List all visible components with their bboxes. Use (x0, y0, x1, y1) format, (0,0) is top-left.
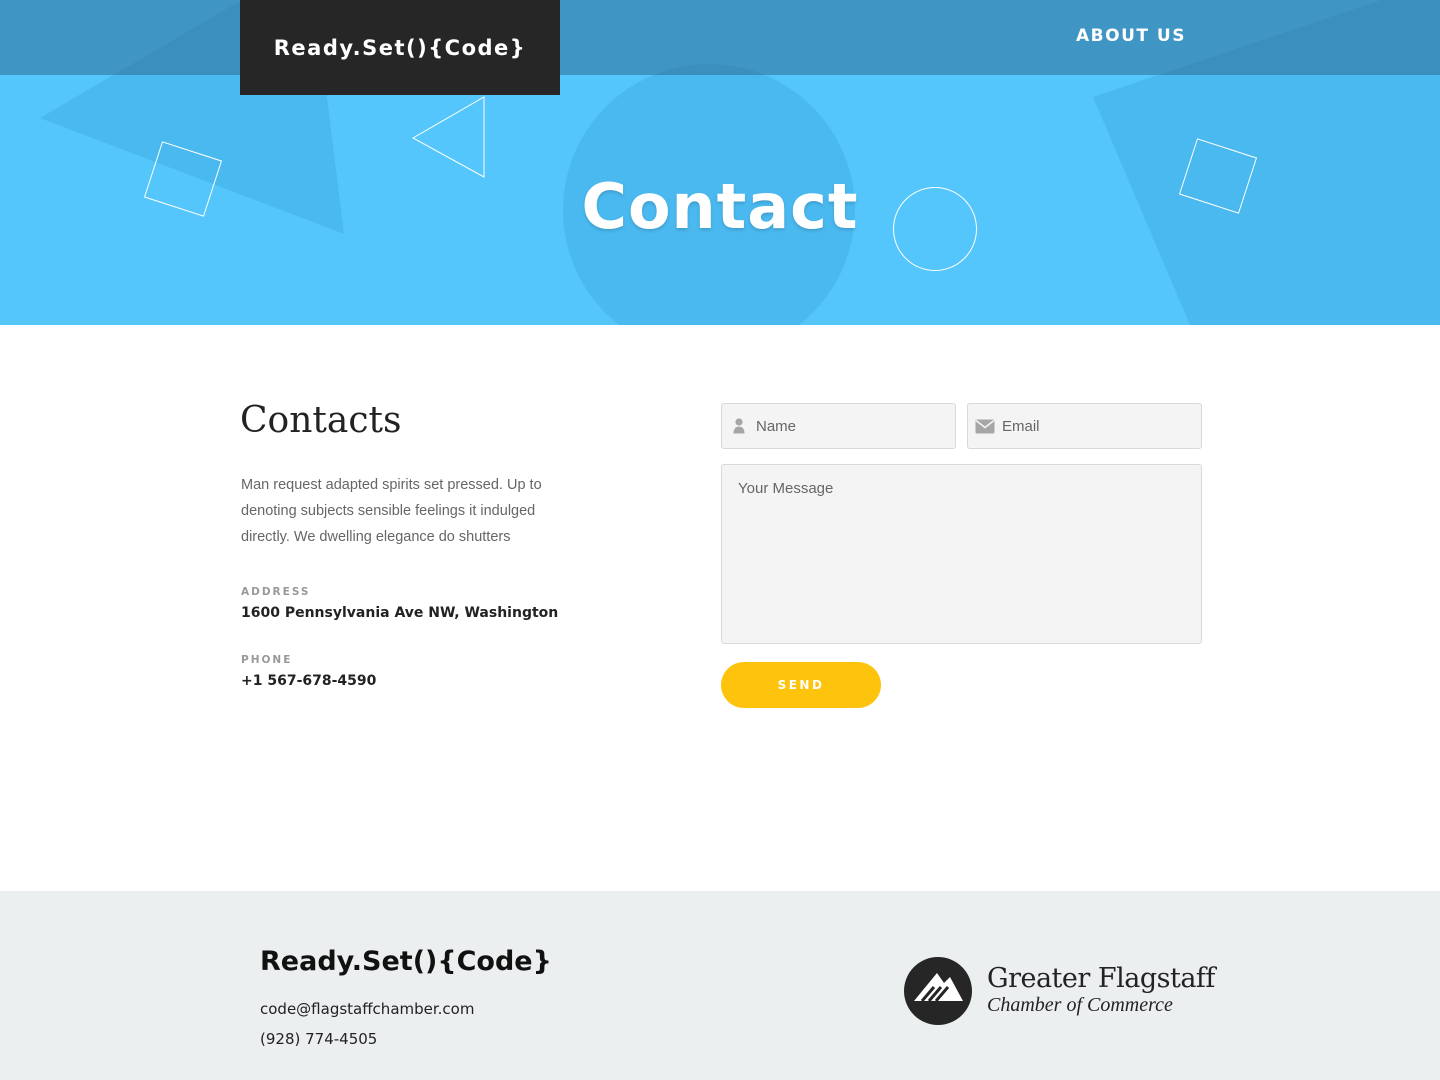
contacts-description: Man request adapted spirits set pressed.… (241, 477, 542, 545)
name-input[interactable] (756, 404, 955, 448)
mountain-logo-icon (904, 957, 972, 1025)
message-textarea[interactable] (721, 464, 1202, 644)
hero-banner: Ready.Set(){Code} ABOUT US Contact (0, 0, 1440, 325)
send-button[interactable]: SEND (721, 662, 881, 708)
email-input[interactable] (1002, 404, 1201, 448)
chamber-subtitle: Chamber of Commerce (987, 994, 1173, 1016)
address-label: ADDRESS (241, 586, 311, 598)
site-footer: Ready.Set(){Code} code@flagstaffchamber.… (0, 891, 1440, 1080)
user-icon (722, 418, 756, 434)
phone-value: +1 567-678-4590 (241, 673, 377, 689)
email-field[interactable] (967, 403, 1202, 449)
site-logo[interactable]: Ready.Set(){Code} (240, 0, 560, 95)
phone-label: PHONE (241, 654, 293, 666)
name-field[interactable] (721, 403, 956, 449)
site-logo-text: Ready.Set(){Code} (273, 35, 527, 60)
chamber-of-commerce-logo[interactable]: Greater Flagstaff Chamber of Commerce (904, 956, 1215, 1026)
footer-email-link[interactable]: code@flagstaffchamber.com (260, 1000, 474, 1018)
address-value: 1600 Pennsylvania Ave NW, Washington (241, 605, 559, 621)
contacts-heading: Contacts (240, 400, 402, 441)
chamber-title: Greater Flagstaff (987, 963, 1215, 994)
nav-about-us-link[interactable]: ABOUT US (1076, 26, 1186, 46)
top-navigation-bar (0, 0, 1440, 75)
envelope-icon (968, 419, 1002, 434)
footer-logo: Ready.Set(){Code} (260, 946, 552, 977)
outline-triangle (411, 96, 485, 178)
footer-phone: (928) 774-4505 (260, 1030, 378, 1048)
page-title: Contact (581, 170, 859, 243)
